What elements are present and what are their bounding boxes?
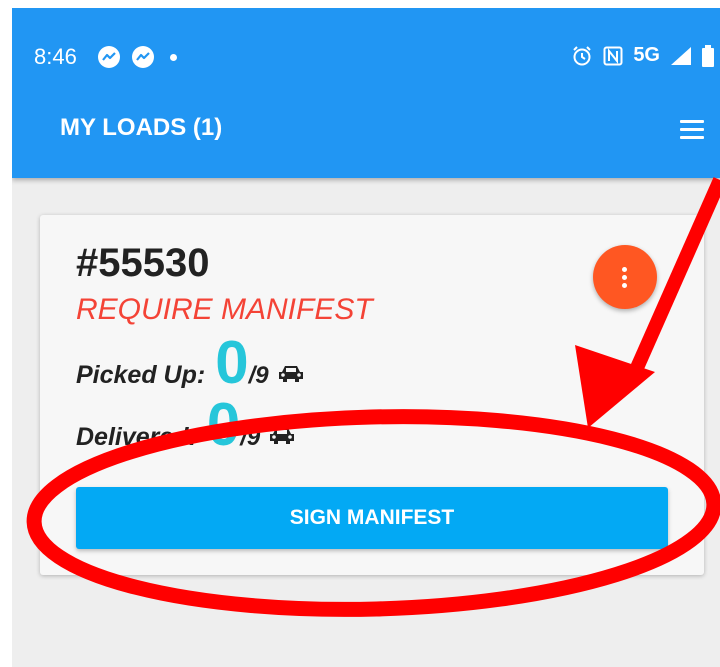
car-icon bbox=[278, 366, 303, 382]
notification-dot-icon bbox=[170, 53, 177, 61]
delivered-row: Delivered: 0 /9 bbox=[76, 395, 296, 455]
picked-up-count: 0 bbox=[215, 329, 249, 396]
battery-icon bbox=[702, 44, 714, 67]
load-card[interactable]: #55530 REQUIRE MANIFEST Picked Up: 0 /9 … bbox=[40, 215, 704, 575]
car-icon bbox=[270, 428, 295, 444]
network-label: 5G bbox=[633, 44, 660, 66]
delivered-count: 0 bbox=[206, 391, 241, 458]
messenger-icon bbox=[132, 46, 154, 68]
status-icons-left bbox=[98, 46, 177, 68]
hamburger-menu-icon[interactable] bbox=[680, 120, 704, 140]
signal-icon bbox=[671, 46, 691, 65]
alarm-icon bbox=[573, 45, 592, 65]
more-options-button[interactable] bbox=[593, 245, 657, 309]
load-id: #55530 bbox=[76, 241, 210, 285]
picked-up-label: Picked Up: bbox=[76, 361, 206, 389]
status-time: 8:46 bbox=[34, 44, 77, 69]
sign-manifest-button[interactable]: SIGN MANIFEST bbox=[76, 487, 668, 549]
messenger-icon bbox=[98, 46, 120, 68]
app-bar: 8:46 5G MY LOADS (1) bbox=[12, 8, 720, 178]
page-title: MY LOADS (1) bbox=[60, 114, 223, 141]
picked-up-total: /9 bbox=[248, 362, 269, 389]
phone-screen: 8:46 5G MY LOADS (1) #55530 REQUIRE MANI… bbox=[12, 8, 720, 667]
nfc-icon bbox=[603, 46, 623, 65]
delivered-label: Delivered: bbox=[76, 423, 197, 451]
status-icons-right: 5G bbox=[571, 44, 714, 67]
delivered-total: /9 bbox=[240, 424, 261, 451]
picked-up-row: Picked Up: 0 /9 bbox=[76, 333, 305, 393]
load-status: REQUIRE MANIFEST bbox=[76, 293, 373, 326]
more-vertical-icon bbox=[622, 267, 627, 291]
